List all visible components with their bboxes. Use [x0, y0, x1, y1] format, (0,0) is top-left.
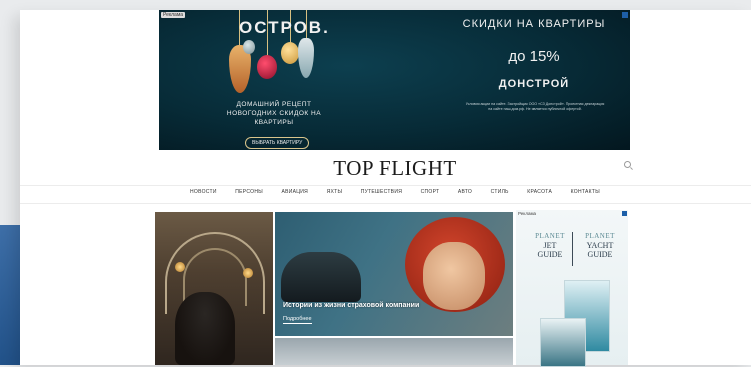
ornament-icon: [243, 40, 255, 54]
ad-title-right: СКИДКИ НА КВАРТИРЫ: [462, 18, 606, 30]
ad-brand-left: ОСТРОВ.: [239, 18, 330, 37]
woman-face-image: [423, 242, 485, 310]
article-tile-arcade[interactable]: [155, 212, 273, 365]
hero-title[interactable]: Истории из жизни страховой компании: [283, 302, 419, 309]
read-more-link[interactable]: Подробнее: [283, 316, 312, 324]
ad-subtitle-left: ДОМАШНИЙ РЕЦЕПТ НОВОГОДНИХ СКИДОК НА КВА…: [226, 101, 322, 126]
magazine-image: [540, 318, 586, 367]
ad-cta-button[interactable]: ВЫБРАТЬ КВАРТИРУ: [245, 137, 310, 149]
main-nav: НОВОСТИ ПЕРСОНЫ АВИАЦИЯ ЯХТЫ ПУТЕШЕСТВИЯ…: [190, 189, 600, 195]
nav-item-auto[interactable]: АВТО: [458, 189, 472, 195]
nav-item-persons[interactable]: ПЕРСОНЫ: [235, 189, 263, 195]
ornament-icon: [298, 38, 314, 78]
ad-tag: Реклама: [518, 211, 537, 216]
article-tile-lower[interactable]: [275, 338, 513, 365]
nav-item-yachts[interactable]: ЯХТЫ: [327, 189, 343, 195]
nav-item-beauty[interactable]: КРАСОТА: [527, 189, 552, 195]
person-image: [175, 292, 235, 365]
divider: [572, 232, 573, 266]
hero-article[interactable]: Истории из жизни страховой компании Подр…: [275, 212, 513, 336]
ad-discount: до 15%: [508, 48, 560, 65]
nav-item-sport[interactable]: СПОРТ: [421, 189, 440, 195]
ad-info-icon[interactable]: [622, 211, 627, 216]
ad-brand-right: ДОНСТРОЙ: [498, 78, 570, 90]
ornament-icon: [257, 55, 277, 79]
search-icon[interactable]: [624, 161, 631, 168]
browser-page: Реклама ОСТРОВ. ДОМАШНИЙ РЕЦЕПТ НОВОГОДН…: [20, 10, 751, 367]
ad-tag: Реклама: [161, 12, 186, 18]
divider: [20, 203, 751, 204]
divider: [20, 185, 751, 186]
nav-item-aviation[interactable]: АВИАЦИЯ: [281, 189, 308, 195]
ornament-icon: [281, 42, 299, 64]
sidebar-ad[interactable]: Реклама PLANET JET GUIDE PLANET YACHT GU…: [516, 210, 628, 367]
jet-guide-logo: PLANET JET GUIDE: [535, 232, 565, 259]
nav-item-news[interactable]: НОВОСТИ: [190, 189, 217, 195]
nav-item-contacts[interactable]: КОНТАКТЫ: [571, 189, 600, 195]
yacht-guide-logo: PLANET YACHT GUIDE: [585, 232, 615, 259]
ad-info-icon[interactable]: [622, 12, 628, 18]
car-image: [281, 252, 361, 302]
ad-fine-print: Условия акции на сайте. Застройщик ООО «…: [465, 102, 605, 111]
top-banner-ad[interactable]: Реклама ОСТРОВ. ДОМАШНИЙ РЕЦЕПТ НОВОГОДН…: [159, 10, 630, 150]
lamp-icon: [175, 262, 185, 272]
nav-item-style[interactable]: СТИЛЬ: [491, 189, 509, 195]
lamp-icon: [243, 268, 253, 278]
site-logo[interactable]: TOP FLIGHT: [300, 156, 490, 181]
nav-item-travel[interactable]: ПУТЕШЕСТВИЯ: [361, 189, 402, 195]
